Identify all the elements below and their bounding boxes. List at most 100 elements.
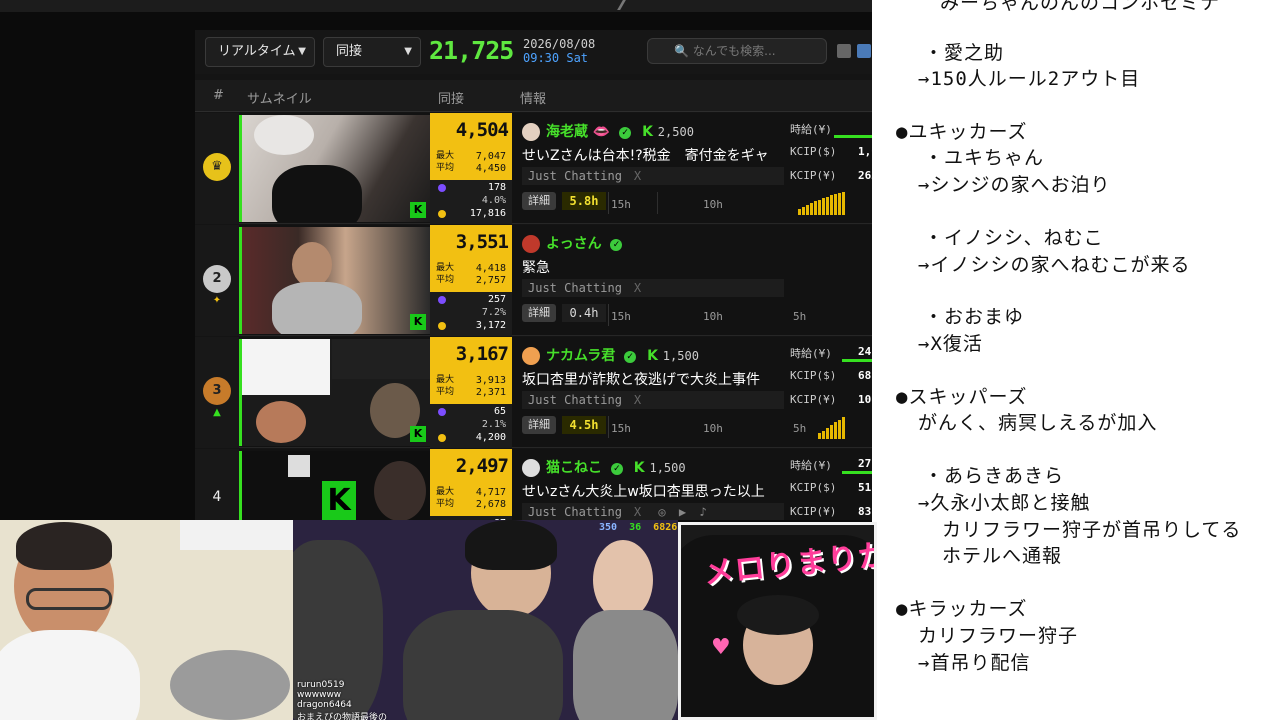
- webcam-host: [0, 520, 293, 720]
- kick-logo-icon: K: [322, 481, 356, 520]
- webcam-shirt: メロりまりか ♥: [678, 522, 877, 720]
- stream-thumbnail[interactable]: K: [239, 227, 430, 334]
- stream-thumbnail[interactable]: K: [239, 339, 430, 446]
- revenue-row: KCIP(¥) 262: [790, 169, 872, 182]
- max-label: 最大: [436, 487, 455, 497]
- total-viewers: 21,725: [429, 36, 514, 65]
- hair-shape: [16, 522, 112, 570]
- background-person-shape: [170, 650, 290, 720]
- table-row[interactable]: 2 ✦ K 3,551 最大 4,418 平均 2,757 257 7.2% 3…: [195, 225, 872, 336]
- max-value: 4,717: [475, 487, 506, 498]
- tiktok-icon[interactable]: ♪: [699, 505, 706, 519]
- channel-name[interactable]: よっさん ✓: [546, 233, 623, 253]
- stream-info: 海老蔵 👄 ✓ K 2,500 せいZさんは台本!?税金 寄付金をギャ Just…: [512, 113, 872, 224]
- hair-shape: [737, 595, 819, 635]
- verified-icon: ✓: [619, 127, 632, 139]
- revenue-value: 1,6: [858, 145, 872, 158]
- stat-1: 178: [487, 182, 506, 193]
- x-icon[interactable]: X: [634, 393, 641, 407]
- revenue-value: 51: [858, 481, 872, 494]
- tick-label: 10h: [703, 310, 723, 323]
- glasses-shape: [26, 588, 112, 610]
- stream-thumbnail[interactable]: K: [239, 451, 430, 520]
- instagram-icon[interactable]: ◎: [658, 505, 665, 519]
- revenue-bar: [834, 135, 872, 138]
- viewer-history-chart: [798, 192, 845, 215]
- note-line: →シンジの家へお泊り: [918, 174, 1111, 196]
- stream-title[interactable]: 坂口杏里が詐欺と夜逃げで大炎上事件: [522, 369, 784, 389]
- table-row[interactable]: ♛ K 4,504 最大 7,047 平均 4,450 178 4.0% 17,…: [195, 113, 872, 224]
- shirt-shape: [272, 282, 362, 334]
- timeline: 15h 10h 5h: [608, 304, 872, 326]
- note-line: ・イノシシ、ねむこ: [924, 227, 1104, 249]
- avg-value: 2,678: [475, 499, 506, 510]
- note-line: →久永小太郎と接触: [918, 492, 1091, 514]
- mode-select[interactable]: リアルタイム ▼: [205, 37, 315, 67]
- chat-message: おまえびの物語最後の: [297, 713, 388, 720]
- tick-label: 5h: [793, 310, 807, 323]
- mini-stats: 257 7.2% 3,172: [430, 292, 512, 336]
- rank-cell: 2 ✦: [195, 225, 239, 336]
- channel-name[interactable]: 猫こねこ ✓ K 1,500: [546, 457, 686, 477]
- sort-select[interactable]: 同接 ▼: [323, 37, 421, 67]
- stream-title[interactable]: 緊急: [522, 257, 784, 277]
- note-line: ・ユキちゃん: [924, 147, 1045, 169]
- follower-count: 2,500: [657, 125, 694, 139]
- chat-overlay-box: [242, 339, 330, 395]
- note-line: ●キラッカーズ: [896, 598, 1028, 620]
- category-label: Just Chatting: [528, 393, 622, 407]
- x-icon[interactable]: X: [634, 505, 641, 519]
- settings-icon[interactable]: [837, 44, 851, 58]
- stat-1: 65: [493, 406, 506, 417]
- x-icon[interactable]: X: [634, 281, 641, 295]
- viewer-count-cell: 4,504 最大 7,047 平均 4,450 178 4.0% 17,816: [430, 113, 512, 224]
- x-icon[interactable]: X: [634, 169, 641, 183]
- shirt-shape: [0, 630, 140, 720]
- channel-name[interactable]: 海老蔵 👄 ✓ K 2,500: [546, 121, 694, 141]
- table-row[interactable]: 4 ▼ K 2,497 最大 4,717 平均 2,678 87 猫: [195, 449, 872, 520]
- sort-select-label: 同接: [336, 44, 363, 59]
- detail-button[interactable]: 詳細: [522, 416, 556, 434]
- revenue-label: KCIP($): [790, 145, 837, 158]
- rank-number: 4: [212, 489, 222, 505]
- stat-3: 17,816: [469, 208, 506, 219]
- stream-title[interactable]: せいZさんは台本!?税金 寄付金をギャ: [522, 145, 784, 165]
- account-icon[interactable]: [857, 44, 871, 58]
- note-line: ・あらきあきら: [924, 465, 1065, 487]
- follower-icon: [438, 210, 446, 218]
- revenue-label: KCIP(¥): [790, 505, 837, 518]
- channel-name[interactable]: ナカムラ君 ✓ K 1,500: [546, 345, 699, 365]
- max-label: 最大: [436, 263, 455, 273]
- revenue-row: KCIP(¥) 83: [790, 505, 871, 518]
- kick-badge-icon: K: [410, 426, 426, 442]
- chat-message: wwwwww: [297, 690, 342, 700]
- category-label: Just Chatting: [528, 281, 622, 295]
- detail-button[interactable]: 詳細: [522, 192, 556, 210]
- revenue-row: KCIP($) 68: [790, 369, 871, 382]
- max-label: 最大: [436, 375, 455, 385]
- youtube-icon[interactable]: ▶: [679, 505, 686, 519]
- avg-value: 2,371: [475, 387, 506, 398]
- note-line: ホテルへ通報: [942, 545, 1063, 567]
- category-label: Just Chatting: [528, 505, 622, 519]
- stream-thumbnail[interactable]: K: [239, 115, 430, 222]
- table-header: # サムネイル 同接 情報: [195, 80, 872, 112]
- kick-badge-icon: K: [410, 202, 426, 218]
- search-input[interactable]: 🔍 なんでも検索...: [647, 38, 827, 64]
- detail-button[interactable]: 詳細: [522, 304, 556, 322]
- revenue-bar: [842, 359, 872, 362]
- kick-icon: K: [647, 348, 658, 364]
- stream-title[interactable]: せいzさん大炎上w坂口杏里思った以上: [522, 481, 784, 501]
- verified-icon: ✓: [610, 239, 623, 251]
- category-bar: Just Chatting X: [522, 279, 784, 297]
- top-strip: [0, 0, 872, 12]
- header-info: 情報: [520, 92, 547, 107]
- viewer-count: 3,551: [455, 231, 509, 253]
- time-label: 09:30 Sat: [523, 51, 589, 65]
- avatar: [522, 123, 540, 141]
- header-rank: #: [213, 88, 224, 103]
- table-row[interactable]: 3 ▲ K 3,167 最大 3,913 平均 2,371 65 2.1% 4,…: [195, 337, 872, 448]
- tick-label: 15h: [611, 422, 631, 435]
- cam-stat: 350: [599, 522, 618, 533]
- revenue-stats: 時給(¥) 27 KCIP($) 51 KCIP(¥) 83: [790, 455, 872, 520]
